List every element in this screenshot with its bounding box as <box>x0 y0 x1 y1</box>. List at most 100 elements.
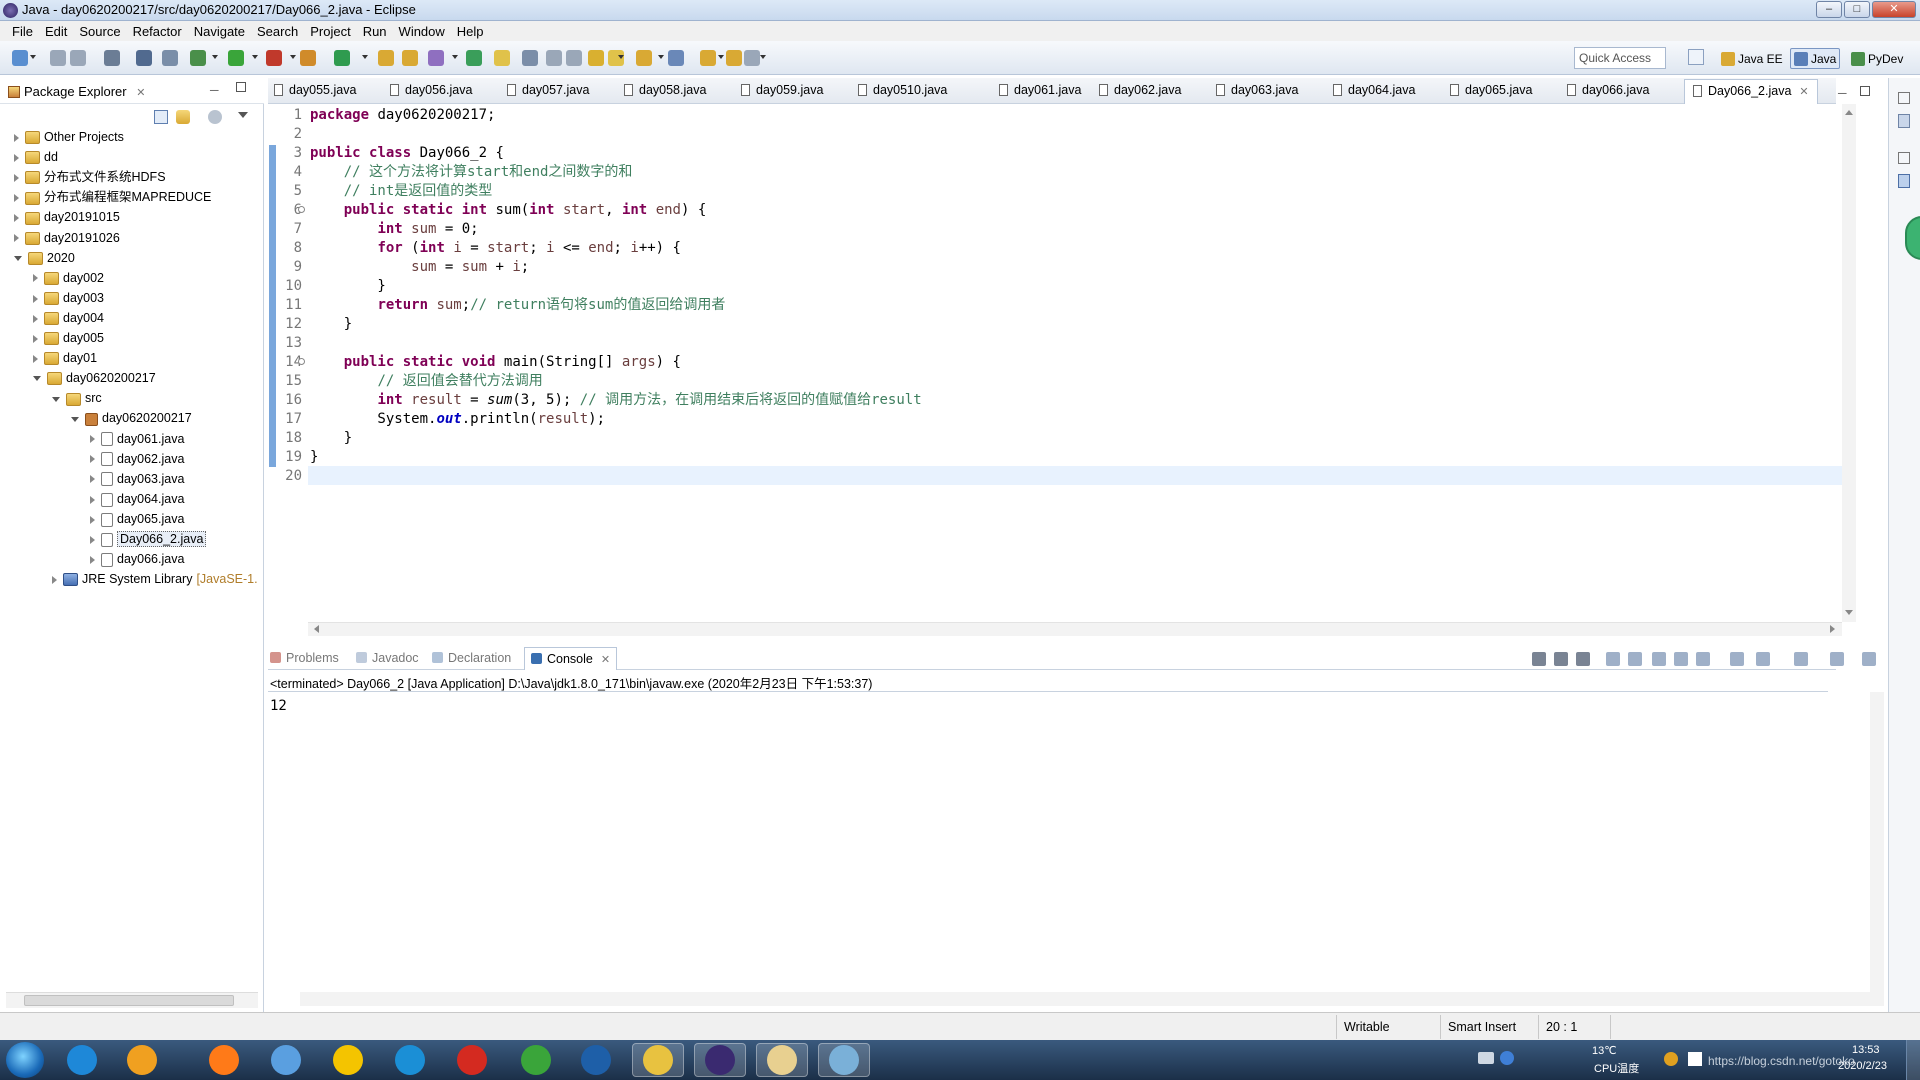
tree-item[interactable]: day005 <box>33 328 104 348</box>
network-icon[interactable] <box>1688 1052 1702 1066</box>
scroll-down-icon[interactable] <box>1845 610 1853 615</box>
collapsed-arrow-icon[interactable] <box>33 354 38 363</box>
toolbar-icon[interactable] <box>494 50 510 66</box>
tree-item[interactable]: day0620200217 <box>33 368 156 388</box>
editor-tab[interactable]: day063.java <box>1216 83 1298 97</box>
start-button[interactable] <box>6 1042 44 1078</box>
tree-item[interactable]: Other Projects <box>14 127 124 147</box>
toolbar-icon[interactable] <box>266 50 282 66</box>
fold-collapse-icon[interactable] <box>298 206 305 213</box>
tree-item[interactable]: src <box>52 388 102 408</box>
menu-source[interactable]: Source <box>73 24 126 39</box>
tree-item[interactable]: day003 <box>33 288 104 308</box>
code-line[interactable]: // int是返回值的类型 <box>310 182 493 201</box>
menu-run[interactable]: Run <box>357 24 393 39</box>
taskbar-button[interactable] <box>694 1043 746 1077</box>
help-icon[interactable] <box>1500 1051 1514 1065</box>
code-line[interactable]: } <box>310 315 352 334</box>
code-line[interactable]: } <box>310 448 318 467</box>
taskbar-button[interactable] <box>384 1043 436 1077</box>
collapsed-arrow-icon[interactable] <box>14 153 19 162</box>
chevron-down-icon[interactable] <box>760 55 766 59</box>
quick-access-input[interactable]: Quick Access <box>1574 47 1666 69</box>
fold-collapse-icon[interactable] <box>298 358 305 365</box>
toolbar-icon[interactable] <box>162 50 178 66</box>
maximize-button[interactable]: □ <box>1844 1 1870 18</box>
code-line[interactable]: public static void main(String[] args) { <box>310 353 681 372</box>
view-menu-icon[interactable] <box>238 112 248 118</box>
tray-app-icon[interactable] <box>1664 1052 1678 1066</box>
collapsed-arrow-icon[interactable] <box>33 294 38 303</box>
console-view[interactable]: <terminated> Day066_2 [Java Application]… <box>268 670 1884 1010</box>
expanded-arrow-icon[interactable] <box>71 416 79 422</box>
restore-view-icon[interactable] <box>1898 152 1910 164</box>
toolbar-icon[interactable] <box>700 50 716 66</box>
collapsed-arrow-icon[interactable] <box>52 575 57 584</box>
perspective-java-ee[interactable]: Java EE <box>1718 48 1786 69</box>
editor-vscrollbar[interactable] <box>1842 104 1856 622</box>
console-toolbar-icon[interactable] <box>1674 652 1688 666</box>
menu-project[interactable]: Project <box>304 24 356 39</box>
editor-tab[interactable]: day065.java <box>1450 83 1532 97</box>
toolbar-icon[interactable] <box>402 50 418 66</box>
tab-declaration[interactable]: Declaration <box>432 651 511 665</box>
tree-item[interactable]: dd <box>14 147 58 167</box>
code-line[interactable]: // 这个方法将计算start和end之间数字的和 <box>310 163 633 182</box>
tree-item[interactable]: 分布式文件系统HDFS <box>14 167 166 187</box>
code-line[interactable]: public static int sum(int start, int end… <box>310 201 707 220</box>
editor-tab[interactable]: day062.java <box>1099 83 1181 97</box>
toolbar-icon[interactable] <box>104 50 120 66</box>
floating-badge-icon[interactable] <box>1905 216 1920 260</box>
editor-tab[interactable]: day066.java <box>1567 83 1649 97</box>
tree-item[interactable]: day064.java <box>90 489 184 509</box>
editor-tab[interactable]: day058.java <box>624 83 706 97</box>
taskbar-button[interactable] <box>756 1043 808 1077</box>
package-explorer-tab[interactable]: Package Explorer ✕ <box>8 84 145 99</box>
editor-tab[interactable]: day056.java <box>390 83 472 97</box>
editor-tab[interactable]: Day066_2.java ✕ <box>1684 79 1818 104</box>
editor-tab[interactable]: day061.java <box>999 83 1081 97</box>
console-toolbar-icon[interactable] <box>1696 652 1710 666</box>
expanded-arrow-icon[interactable] <box>14 255 22 261</box>
taskbar-button[interactable] <box>570 1043 622 1077</box>
menu-help[interactable]: Help <box>451 24 490 39</box>
tree-item[interactable]: day062.java <box>90 449 184 469</box>
menu-navigate[interactable]: Navigate <box>188 24 251 39</box>
collapsed-arrow-icon[interactable] <box>90 475 95 484</box>
tree-item[interactable]: day20191026 <box>14 228 120 248</box>
collapsed-arrow-icon[interactable] <box>90 515 95 524</box>
collapsed-arrow-icon[interactable] <box>14 194 19 202</box>
taskbar-button[interactable] <box>322 1043 374 1077</box>
tree-item[interactable]: 2020 <box>14 248 75 268</box>
minimize-button[interactable]: – <box>1816 1 1842 18</box>
tree-item[interactable]: JRE System Library [JavaSE-1. <box>52 569 258 589</box>
keyboard-icon[interactable] <box>1478 1052 1494 1064</box>
toolbar-icon[interactable] <box>300 50 316 66</box>
restore-view-icon[interactable] <box>1898 92 1910 104</box>
taskbar-button[interactable] <box>510 1043 562 1077</box>
code-line[interactable]: } <box>310 277 385 296</box>
taskbar-button[interactable] <box>116 1043 168 1077</box>
tree-item[interactable]: day002 <box>33 268 104 288</box>
perspective-java[interactable]: Java <box>1790 48 1841 69</box>
tree-item[interactable]: day066.java <box>90 549 184 569</box>
toolbar-icon[interactable] <box>546 50 562 66</box>
task-list-icon[interactable] <box>1898 174 1910 188</box>
toolbar-icon[interactable] <box>228 50 244 66</box>
menu-edit[interactable]: Edit <box>39 24 73 39</box>
editor-tab[interactable]: day055.java <box>274 83 356 97</box>
close-icon[interactable]: ✕ <box>1799 86 1808 98</box>
editor-minimize-icon[interactable]: ─ <box>1838 86 1847 100</box>
chevron-down-icon[interactable] <box>290 55 296 59</box>
outline-view-icon[interactable] <box>1898 114 1910 128</box>
console-hscrollbar[interactable] <box>300 992 1884 1006</box>
tree-item[interactable]: day20191015 <box>14 207 120 227</box>
toolbar-icon[interactable] <box>378 50 394 66</box>
toolbar-icon[interactable] <box>50 50 66 66</box>
tab-javadoc[interactable]: Javadoc <box>356 651 419 665</box>
maximize-view-icon[interactable] <box>236 82 246 92</box>
console-toolbar-icon[interactable] <box>1730 652 1744 666</box>
collapse-all-icon[interactable] <box>154 110 168 124</box>
toolbar-icon[interactable] <box>428 50 444 66</box>
collapsed-arrow-icon[interactable] <box>14 234 19 243</box>
